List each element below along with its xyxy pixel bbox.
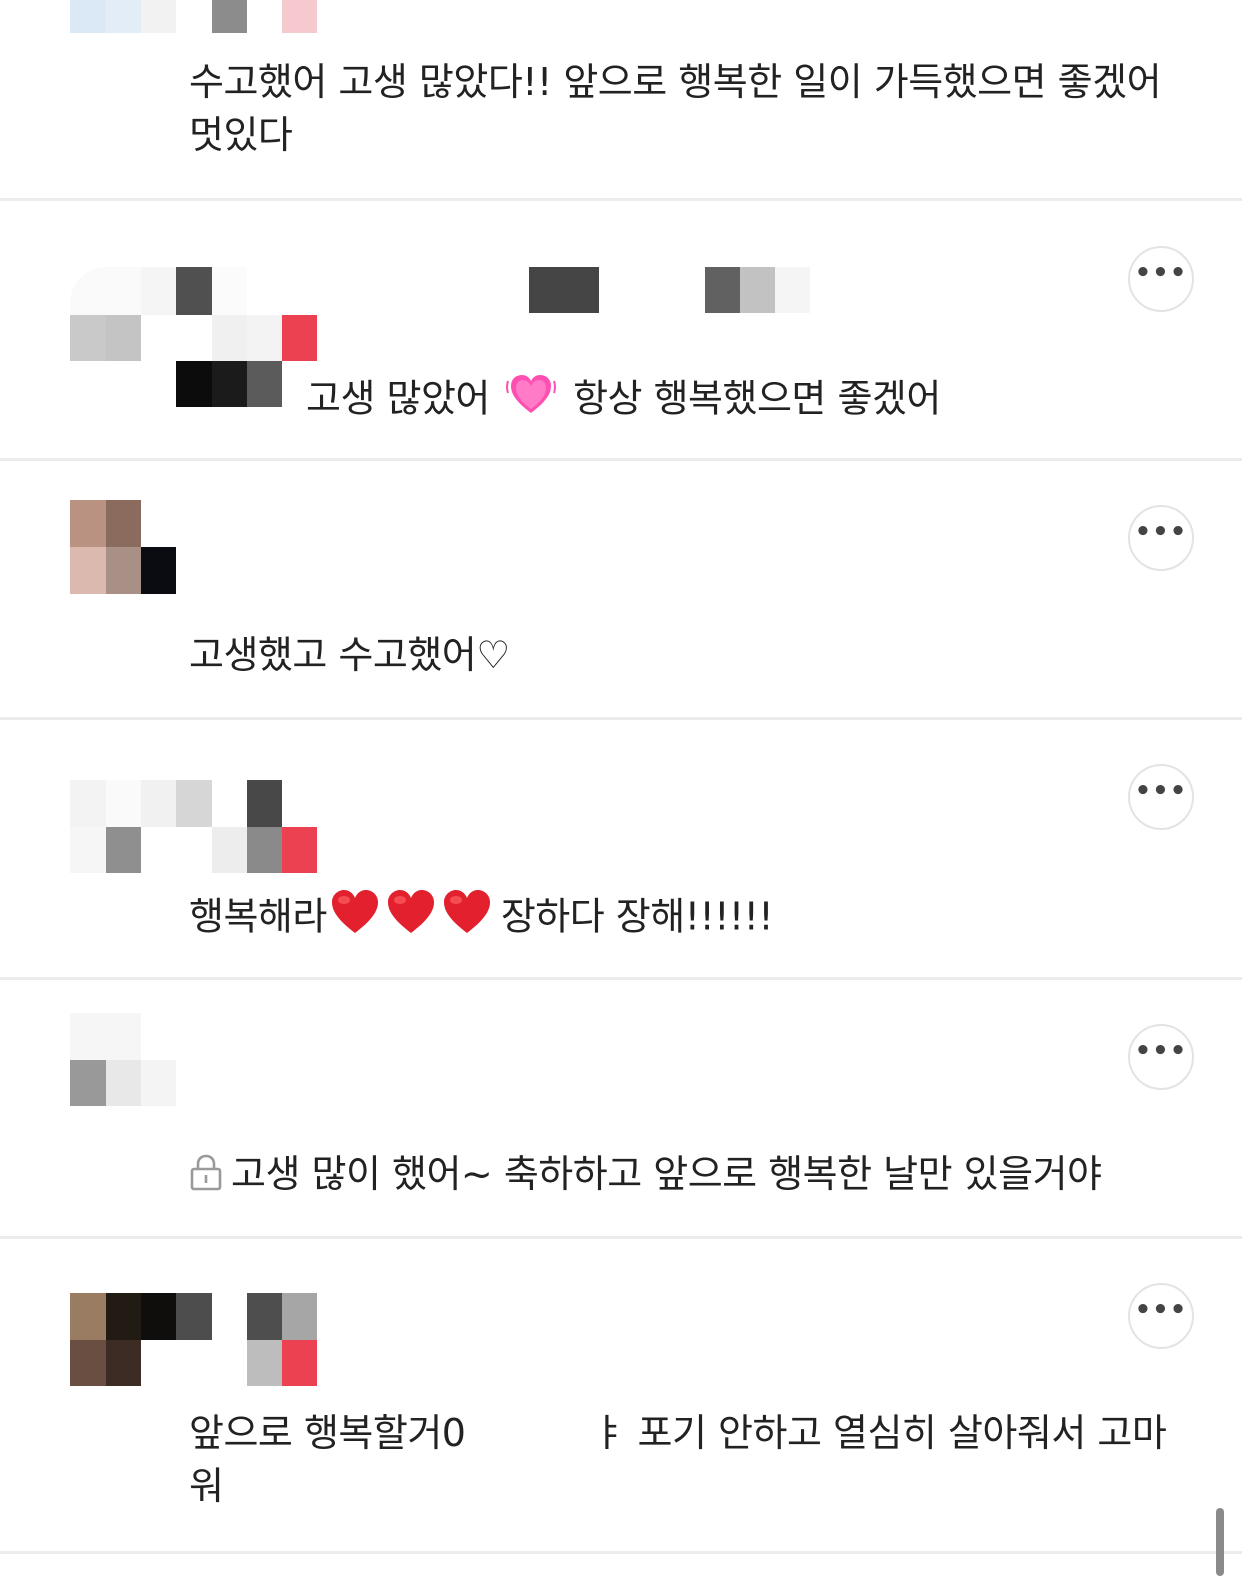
- scrollbar[interactable]: [1216, 1508, 1224, 1576]
- more-options-button[interactable]: •••: [1128, 505, 1194, 571]
- red-heart-icon: [329, 888, 381, 950]
- red-heart-icon: [385, 888, 437, 950]
- red-heart-icon: [441, 888, 493, 950]
- comment-text-part: 장하다 장해!!!!!!: [500, 894, 774, 939]
- lock-icon: [189, 1152, 223, 1205]
- comment-text-part: 고생 많이 했어~ 축하하고 앞으로 행복한 날만 있을거야: [231, 1152, 1102, 1196]
- comment-text: 고생 많이 했어~ 축하하고 앞으로 행복한 날만 있을거야: [189, 1148, 1179, 1205]
- comment-text: 행복해라 장하다 장해!!!!!!: [189, 888, 1179, 950]
- comment-text: 앞으로 행복할거0 ㅑ 포기 안하고 열심히 살아줘서 고마워: [189, 1407, 1179, 1513]
- comment-text: 고생 많았어 항상 행복했으면 좋겠어: [306, 369, 1126, 433]
- more-options-button[interactable]: •••: [1128, 1283, 1194, 1349]
- comment-item-1: 수고했어 고생 많았다!! 앞으로 행복한 일이 가득했으면 좋겠어 멋있다: [0, 0, 1242, 201]
- comment-text-part: 행복해라: [189, 894, 327, 939]
- comment-item-2: ••• 고생 많았어 항상 행복했으면 좋겠어: [0, 201, 1242, 461]
- comment-item-3: ••• 고생했고 수고했어♡: [0, 461, 1242, 720]
- comment-text-part: 항상 행복했으면 좋겠어: [573, 376, 941, 421]
- comment-item-5: ••• 고생 많이 했어~ 축하하고 앞으로 행복한 날만 있을거야: [0, 980, 1242, 1239]
- comment-item-4: ••• 행복해라 장하다 장해!!!!!!: [0, 720, 1242, 980]
- more-options-button[interactable]: •••: [1128, 1024, 1194, 1090]
- beating-heart-icon: [505, 369, 557, 433]
- comment-item-6: ••• 앞으로 행복할거0 ㅑ 포기 안하고 열심히 살아줘서 고마워: [0, 1239, 1242, 1554]
- more-options-button[interactable]: •••: [1128, 246, 1194, 312]
- comment-text: 고생했고 수고했어♡: [189, 633, 510, 677]
- comment-text-part: 고생 많았어: [306, 376, 490, 421]
- comment-text: 수고했어 고생 많았다!! 앞으로 행복한 일이 가득했으면 좋겠어 멋있다: [189, 60, 1162, 157]
- more-options-button[interactable]: •••: [1128, 764, 1194, 830]
- comment-text-part: 앞으로 행복할거0: [189, 1411, 466, 1455]
